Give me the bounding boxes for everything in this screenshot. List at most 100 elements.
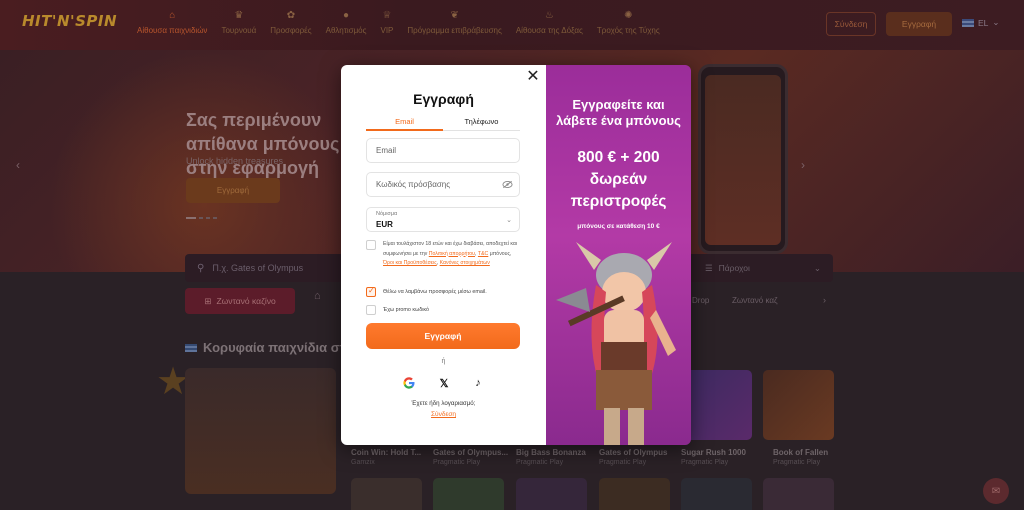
terms-text: Είμαι τουλάχιστον 18 ετών και έχω διαβάσ… <box>383 240 523 269</box>
offers-checkbox[interactable]: ✓ <box>366 286 376 297</box>
eye-off-icon[interactable] <box>502 180 513 189</box>
game-tile[interactable] <box>599 478 670 510</box>
carousel-prev-icon[interactable]: ‹ <box>16 158 20 172</box>
header-login-button[interactable]: Σύνδεση <box>826 12 876 36</box>
carousel-next-icon[interactable]: › <box>801 158 805 172</box>
modal-title: Εγγραφή <box>413 91 474 107</box>
nav-item-promotions[interactable]: ✿ Προσφορές <box>263 10 318 35</box>
nav-label: VIP <box>380 26 394 35</box>
category-drop[interactable]: Drop <box>692 296 709 305</box>
section-title-text: Κορυφαία παιχνίδια στ <box>203 340 346 355</box>
nav-label: Αίθουσα παιχνιδιών <box>137 26 208 35</box>
chat-button[interactable]: ✉ <box>983 478 1009 504</box>
terms-body: μπόνους, <box>488 250 512 257</box>
providers-label: Πάροχοι <box>718 262 750 273</box>
language-code: EL <box>978 17 989 28</box>
viking-warrior-illustration <box>556 242 676 445</box>
email-input[interactable] <box>376 139 496 162</box>
main-nav: ⌂ Αίθουσα παιχνιδιών ♛ Τουρνουά ✿ Προσφορές… <box>130 10 667 35</box>
header-register-button[interactable]: Εγγραφή <box>886 12 952 36</box>
nav-label: Τουρνουά <box>221 26 257 35</box>
password-field[interactable] <box>366 172 520 197</box>
game-name: Sugar Rush 1000 <box>681 448 746 457</box>
category-label: Ζωντανό καζίνο <box>216 296 276 306</box>
greek-flag-icon <box>962 18 974 27</box>
trophy-icon: ♛ <box>234 10 244 21</box>
offers-label: Θέλω να λαμβάνω προσφορές μέσω email. <box>383 289 487 295</box>
tab-email[interactable]: Email <box>366 115 443 131</box>
flame-icon: ♨ <box>544 10 554 21</box>
submit-register-button[interactable]: Εγγραφή <box>366 323 520 349</box>
hero-title: Σας περιμένουν απίθανα μπόνους στην εφαρ… <box>186 110 340 178</box>
chevron-right-icon[interactable]: › <box>823 295 826 305</box>
tab-phone[interactable]: Τηλέφωνο <box>443 115 520 131</box>
nav-item-loyalty[interactable]: ❦ Πρόγραμμα επιβράβευσης <box>400 10 508 35</box>
game-tile[interactable] <box>681 478 752 510</box>
game-tile[interactable] <box>516 478 587 510</box>
featured-game-card[interactable] <box>185 368 336 494</box>
providers-filter[interactable]: ☰ Πάροχοι ⌄ <box>705 263 821 274</box>
live-icon: ⊞ <box>204 295 212 306</box>
promo-code-checkbox[interactable] <box>366 305 376 315</box>
game-provider: Gamzix <box>351 459 375 466</box>
currency-select[interactable]: Νόμισμα EUR ⌄ <box>366 207 520 232</box>
nav-label: Αίθουσα της Δόξας <box>515 26 583 35</box>
carousel-dots[interactable] <box>186 217 217 219</box>
ball-icon: ● <box>343 10 350 21</box>
game-name: Gates of Olympus <box>599 448 668 457</box>
google-icon[interactable] <box>402 376 416 390</box>
have-account-text: Έχετε ήδη λογαριασμό; <box>411 400 476 407</box>
game-name: Coin Win: Hold T... <box>351 448 422 457</box>
game-tile[interactable] <box>433 478 504 510</box>
terms-conditions-link[interactable]: Όροι και Προϋποθέσεις <box>383 260 437 266</box>
email-field[interactable] <box>366 138 520 163</box>
chat-icon: ✉ <box>991 485 1001 497</box>
category-live-casino-2[interactable]: Ζωντανό καζ <box>732 296 778 305</box>
logo[interactable]: HIT'N'SPIN <box>22 12 117 30</box>
nav-item-sports[interactable]: ● Αθλητισμός <box>319 10 374 35</box>
home-icon: ⌂ <box>169 10 176 21</box>
game-provider: Pragmatic Play <box>681 459 729 466</box>
top-navigation: HIT'N'SPIN ⌂ Αίθουσα παιχνιδιών ♛ Τουρνουά… <box>0 0 1024 50</box>
game-tile[interactable] <box>763 478 834 510</box>
betting-rules-link[interactable]: Κανόνες στοιχημάτων <box>440 260 490 266</box>
home-icon[interactable]: ⌂ <box>314 290 321 302</box>
nav-item-lobby[interactable]: ⌂ Αίθουσα παιχνιδιών <box>130 10 214 35</box>
login-link[interactable]: Σύνδεση <box>341 411 546 418</box>
nav-item-wheel[interactable]: ✺ Τροχός της Τύχης <box>590 10 667 35</box>
nav-label: Προσφορές <box>270 26 312 35</box>
currency-value: EUR <box>376 220 393 229</box>
game-provider: Pragmatic Play <box>773 459 821 466</box>
currency-label: Νόμισμα <box>376 211 398 217</box>
phone-illustration <box>698 64 788 254</box>
search-input[interactable]: Π.χ. Gates of Olympus <box>212 263 303 273</box>
close-icon[interactable]: ✕ <box>526 69 540 85</box>
nav-label: Τροχός της Τύχης <box>596 26 660 35</box>
chevron-down-icon: ⌄ <box>506 217 512 224</box>
password-input[interactable] <box>376 173 496 196</box>
checkmark-icon: ✓ <box>368 286 375 295</box>
promo-headline: Εγγραφείτε και λάβετε ένα μπόνους <box>556 97 681 128</box>
nav-item-vip[interactable]: ♕ VIP <box>373 10 400 35</box>
category-live-casino[interactable]: ⊞ Ζωντανό καζίνο <box>185 288 295 314</box>
tiktok-icon[interactable]: ♪ <box>471 376 485 390</box>
game-tile[interactable] <box>763 370 834 440</box>
nav-item-tournaments[interactable]: ♛ Τουρνουά <box>214 10 263 35</box>
game-name: Book of Fallen <box>773 448 829 457</box>
nav-item-hall-of-fame[interactable]: ♨ Αίθουσα της Δόξας <box>509 10 590 35</box>
search-icon: ⚲ <box>197 262 205 274</box>
privacy-policy-link[interactable]: Πολιτική απορρήτου <box>429 251 475 257</box>
or-separator: ή <box>441 358 446 365</box>
game-tile[interactable] <box>681 370 752 440</box>
crown-icon: ♕ <box>382 10 392 21</box>
signup-method-tabs: Email Τηλέφωνο <box>366 115 520 131</box>
bonus-tc-link[interactable]: T&C <box>478 251 488 257</box>
terms-checkbox[interactable] <box>366 240 376 250</box>
x-icon[interactable]: 𝕏 <box>437 376 451 390</box>
registration-modal: Εγγραφή Email Τηλέφωνο Νόμισμα EUR ⌄ Είμ… <box>341 65 691 445</box>
wheel-icon: ✺ <box>624 10 633 21</box>
language-selector[interactable]: EL ⌄ <box>962 17 1000 28</box>
hero-register-button[interactable]: Εγγραφή <box>186 178 280 203</box>
greek-flag-icon <box>185 343 197 352</box>
game-tile[interactable] <box>351 478 422 510</box>
